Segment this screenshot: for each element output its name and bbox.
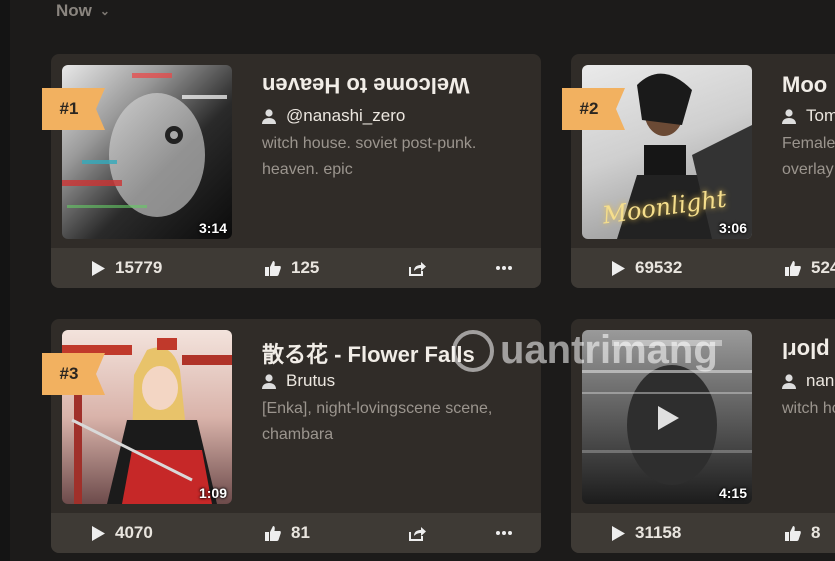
more-options-button[interactable] [496,513,512,553]
rank-badge: #3 [42,353,105,395]
like-count: 524 [811,258,835,277]
share-icon [408,261,426,276]
left-sidebar-edge [0,0,10,561]
watermark-logo [452,329,494,372]
song-description: witch house. soviet post-punk. heaven. e… [262,135,477,178]
play-count: 31158 [635,523,682,542]
site-watermark: uantrimang [452,328,718,373]
play-overlay-icon[interactable] [656,405,680,436]
play-count: 15779 [115,258,163,277]
song-description: Female overlay [782,135,835,178]
author-link[interactable]: Tom [782,106,835,126]
share-button[interactable] [408,513,426,553]
like-button[interactable]: 125 [265,248,319,288]
user-icon [782,373,796,389]
like-button[interactable]: 524 [785,248,835,288]
thumbs-up-icon [785,525,801,541]
stats-bar: 69532 524 [571,248,835,288]
more-dots-icon [496,531,512,535]
thumbs-up-icon [785,260,801,276]
play-button[interactable]: 69532 [611,248,682,288]
chevron-down-icon: ⌄ [99,4,110,18]
song-title[interactable]: Moo [782,72,827,98]
author-link[interactable]: @nanashi_zero [262,106,405,126]
rank-badge: #1 [42,88,105,130]
play-icon [611,260,625,276]
user-icon [262,373,276,389]
thumbs-up-icon [265,260,281,276]
like-button[interactable]: 81 [265,513,310,553]
stats-bar: 4070 81 [51,513,541,553]
stats-bar: 15779 125 [51,248,541,288]
like-count: 81 [291,523,310,542]
rank-label: #1 [59,99,79,118]
user-icon [262,108,276,124]
user-icon [782,108,796,124]
more-dots-icon [496,266,512,270]
like-count: 125 [291,258,320,277]
song-title[interactable]: Welcome to Heaven [262,72,469,98]
author-name: @nanashi_zero [286,106,406,125]
thumbs-up-icon [265,525,281,541]
share-button[interactable] [408,248,426,288]
duration-label: 4:15 [718,485,747,501]
play-button[interactable]: 31158 [611,513,681,553]
play-button[interactable]: 4070 [91,513,153,553]
sort-label: Now [56,1,92,20]
song-description: witch ho [782,400,835,417]
like-count: 8 [811,523,821,542]
duration-label: 3:14 [198,220,227,236]
author-name: Brutus [286,371,336,390]
play-count: 4070 [115,523,153,542]
rank-label: #2 [579,99,599,118]
like-button[interactable]: 8 [785,513,820,553]
play-button[interactable]: 15779 [91,248,162,288]
stats-bar: 31158 8 [571,513,835,553]
song-card[interactable]: 3:14 Welcome to Heaven @nanashi_zero wit… [51,54,541,288]
song-description: [Enka], night-lovingscene scene, chambar… [262,400,493,443]
author-name: Tom [806,106,835,125]
play-count: 69532 [635,258,683,277]
play-icon [91,260,105,276]
song-title[interactable]: plorl [782,337,830,363]
more-options-button[interactable] [496,248,512,288]
rank-label: #3 [59,364,79,383]
share-icon [408,526,426,541]
watermark-text: uantrimang [500,328,718,372]
author-link[interactable]: nan [782,371,834,391]
sort-dropdown[interactable]: Now ⌄ [56,0,110,22]
duration-label: 1:09 [198,485,227,501]
play-icon [91,525,105,541]
duration-label: 3:06 [718,220,747,236]
play-icon [611,525,625,541]
author-link[interactable]: Brutus [262,371,335,391]
rank-badge: #2 [562,88,625,130]
song-title[interactable]: 散る花 - Flower Falls [262,337,475,369]
author-name: nan [806,371,835,390]
